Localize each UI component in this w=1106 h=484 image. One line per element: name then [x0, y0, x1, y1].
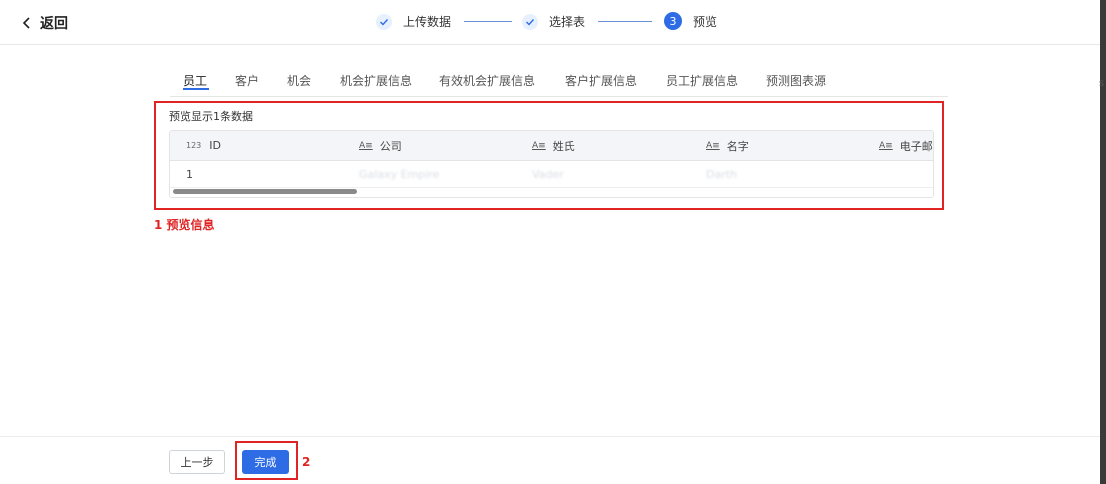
step-label: 选择表 — [549, 15, 586, 29]
step-label: 预览 — [693, 14, 718, 29]
finish-button[interactable]: 完成 — [242, 450, 289, 474]
text-type-icon: A≡ — [532, 140, 546, 151]
table-tabs: 员工 客户 机会 机会扩展信息 有效机会扩展信息 客户扩展信息 员工扩展信息 预… — [170, 72, 948, 97]
edge-text: s — [1099, 78, 1105, 89]
cell-firstname: Darth — [706, 167, 738, 181]
tab-valid-opportunity-ext[interactable]: 有效机会扩展信息 — [439, 72, 535, 89]
check-icon — [522, 13, 538, 30]
active-tab-indicator — [183, 88, 209, 90]
column-header-lastname[interactable]: A≡ 姓氏 — [532, 131, 575, 160]
chevron-left-icon — [22, 17, 30, 29]
horizontal-scrollbar[interactable] — [173, 189, 357, 194]
column-header-firstname[interactable]: A≡ 名字 — [706, 131, 749, 160]
column-header-email[interactable]: A≡ 电子邮 — [879, 131, 933, 160]
prev-step-button[interactable]: 上一步 — [169, 450, 225, 474]
annotation-done: 2 — [302, 455, 311, 469]
preview-summary: 预览显示1条数据 — [169, 110, 253, 123]
step-number: 3 — [664, 12, 682, 30]
number-type-icon: 123 — [186, 141, 202, 150]
back-button[interactable]: 返回 — [20, 13, 68, 33]
step-select-table: 选择表 — [522, 13, 585, 30]
tab-opportunity[interactable]: 机会 — [287, 72, 311, 89]
step-connector — [464, 21, 512, 22]
text-type-icon: A≡ — [359, 140, 373, 151]
tab-employee[interactable]: 员工 — [183, 72, 209, 90]
check-icon — [376, 13, 392, 30]
tab-opportunity-ext[interactable]: 机会扩展信息 — [340, 72, 412, 89]
window-scrollbar[interactable] — [1100, 0, 1106, 484]
column-header-id[interactable]: 123 ID — [186, 131, 221, 160]
tab-customer-ext[interactable]: 客户扩展信息 — [565, 72, 637, 89]
step-upload: 上传数据 — [376, 13, 451, 30]
tab-employee-ext[interactable]: 员工扩展信息 — [666, 72, 738, 89]
cell-id: 1 — [186, 167, 193, 181]
step-connector — [598, 21, 652, 22]
footer-divider — [0, 436, 1100, 437]
table-header: 123 ID A≡ 公司 A≡ 姓氏 A≡ 名字 A≡ 电子邮 — [170, 131, 933, 161]
tab-forecast-source[interactable]: 预测图表源 — [766, 72, 826, 89]
cell-lastname: Vader — [532, 167, 564, 181]
annotation-preview-info: 1 预览信息 — [154, 218, 215, 232]
text-type-icon: A≡ — [706, 140, 720, 151]
preview-table: 123 ID A≡ 公司 A≡ 姓氏 A≡ 名字 A≡ 电子邮 1 Galaxy… — [169, 130, 934, 198]
table-row: 1 Galaxy Empire Vader Darth — [170, 161, 933, 188]
text-type-icon: A≡ — [879, 140, 893, 151]
tab-customer[interactable]: 客户 — [235, 72, 259, 89]
cell-company: Galaxy Empire — [359, 167, 440, 181]
step-label: 上传数据 — [403, 15, 452, 29]
column-header-company[interactable]: A≡ 公司 — [359, 131, 402, 160]
step-preview: 3 预览 — [664, 12, 717, 30]
back-label: 返回 — [40, 16, 68, 32]
